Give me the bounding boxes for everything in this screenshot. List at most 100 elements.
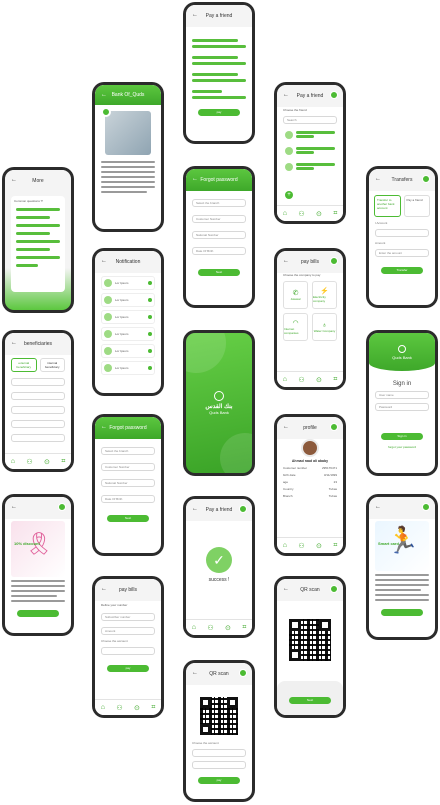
back-arrow-icon[interactable]: ← [192,12,198,18]
notification-item[interactable]: Lor Ipsum [101,361,155,375]
back-arrow-icon[interactable]: ← [283,92,289,98]
next-button[interactable]: Next [198,269,240,276]
user-icon[interactable]: ⚇ [116,704,122,712]
tab-external[interactable]: external beneficiary [11,358,37,372]
faq-line[interactable] [16,224,60,227]
back-arrow-icon[interactable]: ← [192,176,198,182]
pay-button[interactable]: pay [198,109,240,116]
form-field[interactable] [11,420,65,428]
scan-icon[interactable]: ⌗ [61,458,65,466]
tab-internal[interactable]: internal beneficiary [39,358,65,372]
signin-button[interactable]: Sign in [381,433,423,440]
notification-dot-icon[interactable] [239,669,247,677]
bank-transfer-option[interactable]: Transfer to another bank account [374,195,401,217]
national-number-input[interactable]: National Number [101,479,155,487]
search-input[interactable]: Search [283,116,337,124]
notification-dot-icon[interactable] [330,423,338,431]
home-icon[interactable]: ⌂ [101,704,105,711]
location-icon[interactable]: ⊙ [316,210,322,218]
password-input[interactable]: Password [375,403,429,411]
notification-dot-icon[interactable] [422,503,430,511]
location-icon[interactable]: ⊙ [44,458,50,466]
birth-date-input[interactable]: Date Of Birth [101,495,155,503]
scan-icon[interactable]: ⌗ [242,624,246,632]
scan-icon[interactable]: ⌗ [333,210,337,218]
next-button[interactable]: Next [289,697,331,704]
pay-friend-option[interactable]: Pay a friend [403,195,430,217]
company-internet[interactable]: ◠ Internet companies [283,313,308,341]
home-icon[interactable]: ⌂ [192,624,196,631]
account-select[interactable] [375,229,429,237]
form-field[interactable] [11,378,65,386]
notification-dot-icon[interactable] [422,175,430,183]
location-icon[interactable]: ⊙ [134,704,140,712]
back-arrow-icon[interactable]: ← [375,176,381,182]
subscriber-number-input[interactable]: Subscriber number [101,613,155,621]
company-water[interactable]: ♁ Water Company [312,313,337,341]
notification-dot-icon[interactable] [239,505,247,513]
scan-icon[interactable]: ⌗ [151,704,155,712]
back-arrow-icon[interactable]: ← [283,258,289,264]
back-arrow-icon[interactable]: ← [192,506,198,512]
form-field[interactable] [11,434,65,442]
add-friend-button[interactable]: + [285,191,293,199]
forgot-password-link[interactable]: forgot your password [369,445,435,449]
faq-line[interactable] [16,232,50,235]
customer-number-input[interactable]: Customer Number [101,463,155,471]
back-arrow-icon[interactable]: ← [283,424,289,430]
location-icon[interactable]: ⊙ [316,376,322,384]
notification-dot-icon[interactable] [330,585,338,593]
back-arrow-icon[interactable]: ← [101,258,107,264]
location-icon[interactable]: ⊙ [316,542,322,550]
amount-input[interactable]: Amount [101,627,155,635]
birth-date-input[interactable]: Date Of Birth [192,247,246,255]
notification-dot-icon[interactable] [58,503,66,511]
user-icon[interactable]: ⚇ [298,376,304,384]
faq-line[interactable] [16,208,60,211]
amount-input[interactable]: Enter the amount [375,249,429,257]
form-field[interactable] [11,406,65,414]
cta-button[interactable] [17,610,59,617]
user-icon[interactable]: ⚇ [298,542,304,550]
faq-line[interactable] [16,264,38,267]
back-arrow-icon[interactable]: ← [192,670,198,676]
location-icon[interactable]: ⊙ [225,624,231,632]
account-select[interactable] [192,749,246,757]
home-icon[interactable]: ⌂ [11,458,15,465]
faq-line[interactable] [16,240,60,243]
user-icon[interactable]: ⚇ [207,624,213,632]
friend-item[interactable] [283,128,337,141]
home-icon[interactable]: ⌂ [283,542,287,549]
home-icon[interactable]: ⌂ [283,376,287,383]
scan-icon[interactable]: ⌗ [333,542,337,550]
friend-item[interactable] [283,160,337,173]
back-arrow-icon[interactable]: ← [11,177,17,183]
faq-line[interactable] [16,248,50,251]
back-arrow-icon[interactable]: ← [11,504,17,510]
branch-select[interactable]: Select the branch [101,447,155,455]
notification-item[interactable]: Lor Ipsum [101,276,155,290]
user-icon[interactable]: ⚇ [298,210,304,218]
home-icon[interactable]: ⌂ [283,210,287,217]
branch-select[interactable]: Select the branch [192,199,246,207]
back-arrow-icon[interactable]: ← [101,92,107,98]
back-arrow-icon[interactable]: ← [101,586,107,592]
next-button[interactable]: Next [107,515,149,522]
user-icon[interactable]: ⚇ [26,458,32,466]
form-field[interactable] [11,392,65,400]
back-arrow-icon[interactable]: ← [11,340,17,346]
customer-number-input[interactable]: Customer Number [192,215,246,223]
friend-item[interactable] [283,144,337,157]
back-arrow-icon[interactable]: ← [283,586,289,592]
back-arrow-icon[interactable]: ← [101,424,107,430]
cta-button[interactable] [381,609,423,616]
company-jawwal[interactable]: ✆ Jawwal [283,281,308,309]
account-select[interactable] [101,647,155,655]
pay-button[interactable]: pay [198,777,240,784]
notification-item[interactable]: Lor Ipsum [101,310,155,324]
pay-button[interactable]: pay [107,665,149,672]
faq-line[interactable] [16,216,50,219]
transfer-button[interactable]: Transfer [381,267,423,274]
username-input[interactable]: User name [375,391,429,399]
notification-dot-icon[interactable] [330,257,338,265]
